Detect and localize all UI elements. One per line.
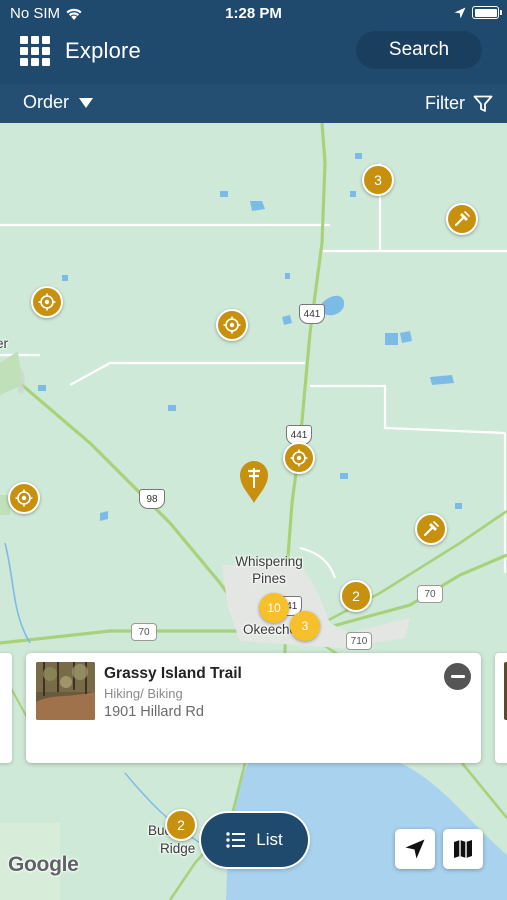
- route-shield-us441-north: 441: [299, 304, 325, 324]
- navigation-arrow-icon: [405, 839, 425, 859]
- next-card-peek[interactable]: [495, 653, 507, 763]
- tools-icon: [423, 521, 439, 537]
- trail-activity: Hiking/ Biking: [104, 686, 183, 701]
- map-cluster[interactable]: 2: [340, 580, 372, 612]
- poi-marker-target[interactable]: [8, 482, 40, 514]
- list-icon: [226, 832, 246, 848]
- filter-button[interactable]: Filter: [425, 93, 493, 114]
- route-shield-sr70-west: 70: [131, 623, 157, 641]
- trail-thumbnail: [36, 662, 95, 720]
- order-label: Order: [23, 92, 70, 112]
- poi-marker-target[interactable]: [31, 286, 63, 318]
- tools-icon: [454, 211, 470, 227]
- apps-grid-icon[interactable]: [20, 36, 50, 66]
- remove-button[interactable]: [444, 663, 471, 690]
- map-icon: [454, 840, 472, 858]
- location-arrow-icon: [454, 7, 466, 18]
- google-attribution: Google: [8, 853, 79, 876]
- place-label-whispering-pines: Whispering Pines: [235, 554, 303, 586]
- funnel-icon: [473, 95, 493, 112]
- page-title: Explore: [65, 38, 141, 63]
- map-cluster[interactable]: 10: [259, 593, 289, 623]
- place-label-edge: er: [0, 336, 9, 351]
- trail-title: Grassy Island Trail: [104, 665, 242, 682]
- list-label: List: [256, 830, 283, 849]
- order-dropdown[interactable]: Order: [23, 92, 94, 113]
- map-type-button[interactable]: [443, 829, 483, 869]
- status-right: [454, 6, 502, 19]
- app-header: No SIM 1:28 PM Explore Search Order Filt…: [0, 0, 507, 123]
- target-icon: [223, 316, 241, 334]
- target-icon: [290, 449, 308, 467]
- nav-bar: Explore Search: [0, 28, 507, 84]
- place-label-buckhead-ridge-bottom: Ridge: [160, 841, 196, 856]
- selected-trail-pin-icon[interactable]: [239, 460, 269, 504]
- filter-bar: Order Filter: [0, 84, 507, 123]
- route-shield-sr70-east: 70: [417, 585, 443, 603]
- map-cluster[interactable]: 3: [290, 611, 320, 641]
- map-view[interactable]: er Whispering Pines Okeechobee Buc Ridge…: [0, 123, 507, 900]
- filter-label: Filter: [425, 93, 465, 113]
- route-shield-sr98: 98: [139, 489, 165, 509]
- search-button[interactable]: Search: [356, 31, 482, 69]
- map-base: [0, 123, 507, 900]
- route-shield-sr710: 710: [346, 632, 372, 650]
- my-location-button[interactable]: [395, 829, 435, 869]
- previous-card-peek[interactable]: [0, 653, 12, 763]
- target-icon: [38, 293, 56, 311]
- poi-marker-target[interactable]: [283, 442, 315, 474]
- minus-icon: [450, 675, 465, 678]
- map-cluster[interactable]: 3: [362, 164, 394, 196]
- map-cluster[interactable]: 2: [165, 809, 197, 841]
- target-icon: [15, 489, 33, 507]
- battery-fill: [474, 8, 497, 17]
- trail-card[interactable]: Grassy Island Trail Hiking/ Biking 1901 …: [26, 653, 481, 763]
- trail-address: 1901 Hillard Rd: [104, 704, 204, 720]
- clock: 1:28 PM: [225, 5, 282, 22]
- poi-marker-tool[interactable]: [415, 513, 447, 545]
- caret-down-icon: [79, 97, 94, 108]
- list-view-button[interactable]: List: [201, 813, 308, 867]
- poi-marker-target[interactable]: [216, 309, 248, 341]
- status-bar: No SIM 1:28 PM: [0, 0, 507, 28]
- poi-marker-tool[interactable]: [446, 203, 478, 235]
- battery-icon: [472, 6, 502, 19]
